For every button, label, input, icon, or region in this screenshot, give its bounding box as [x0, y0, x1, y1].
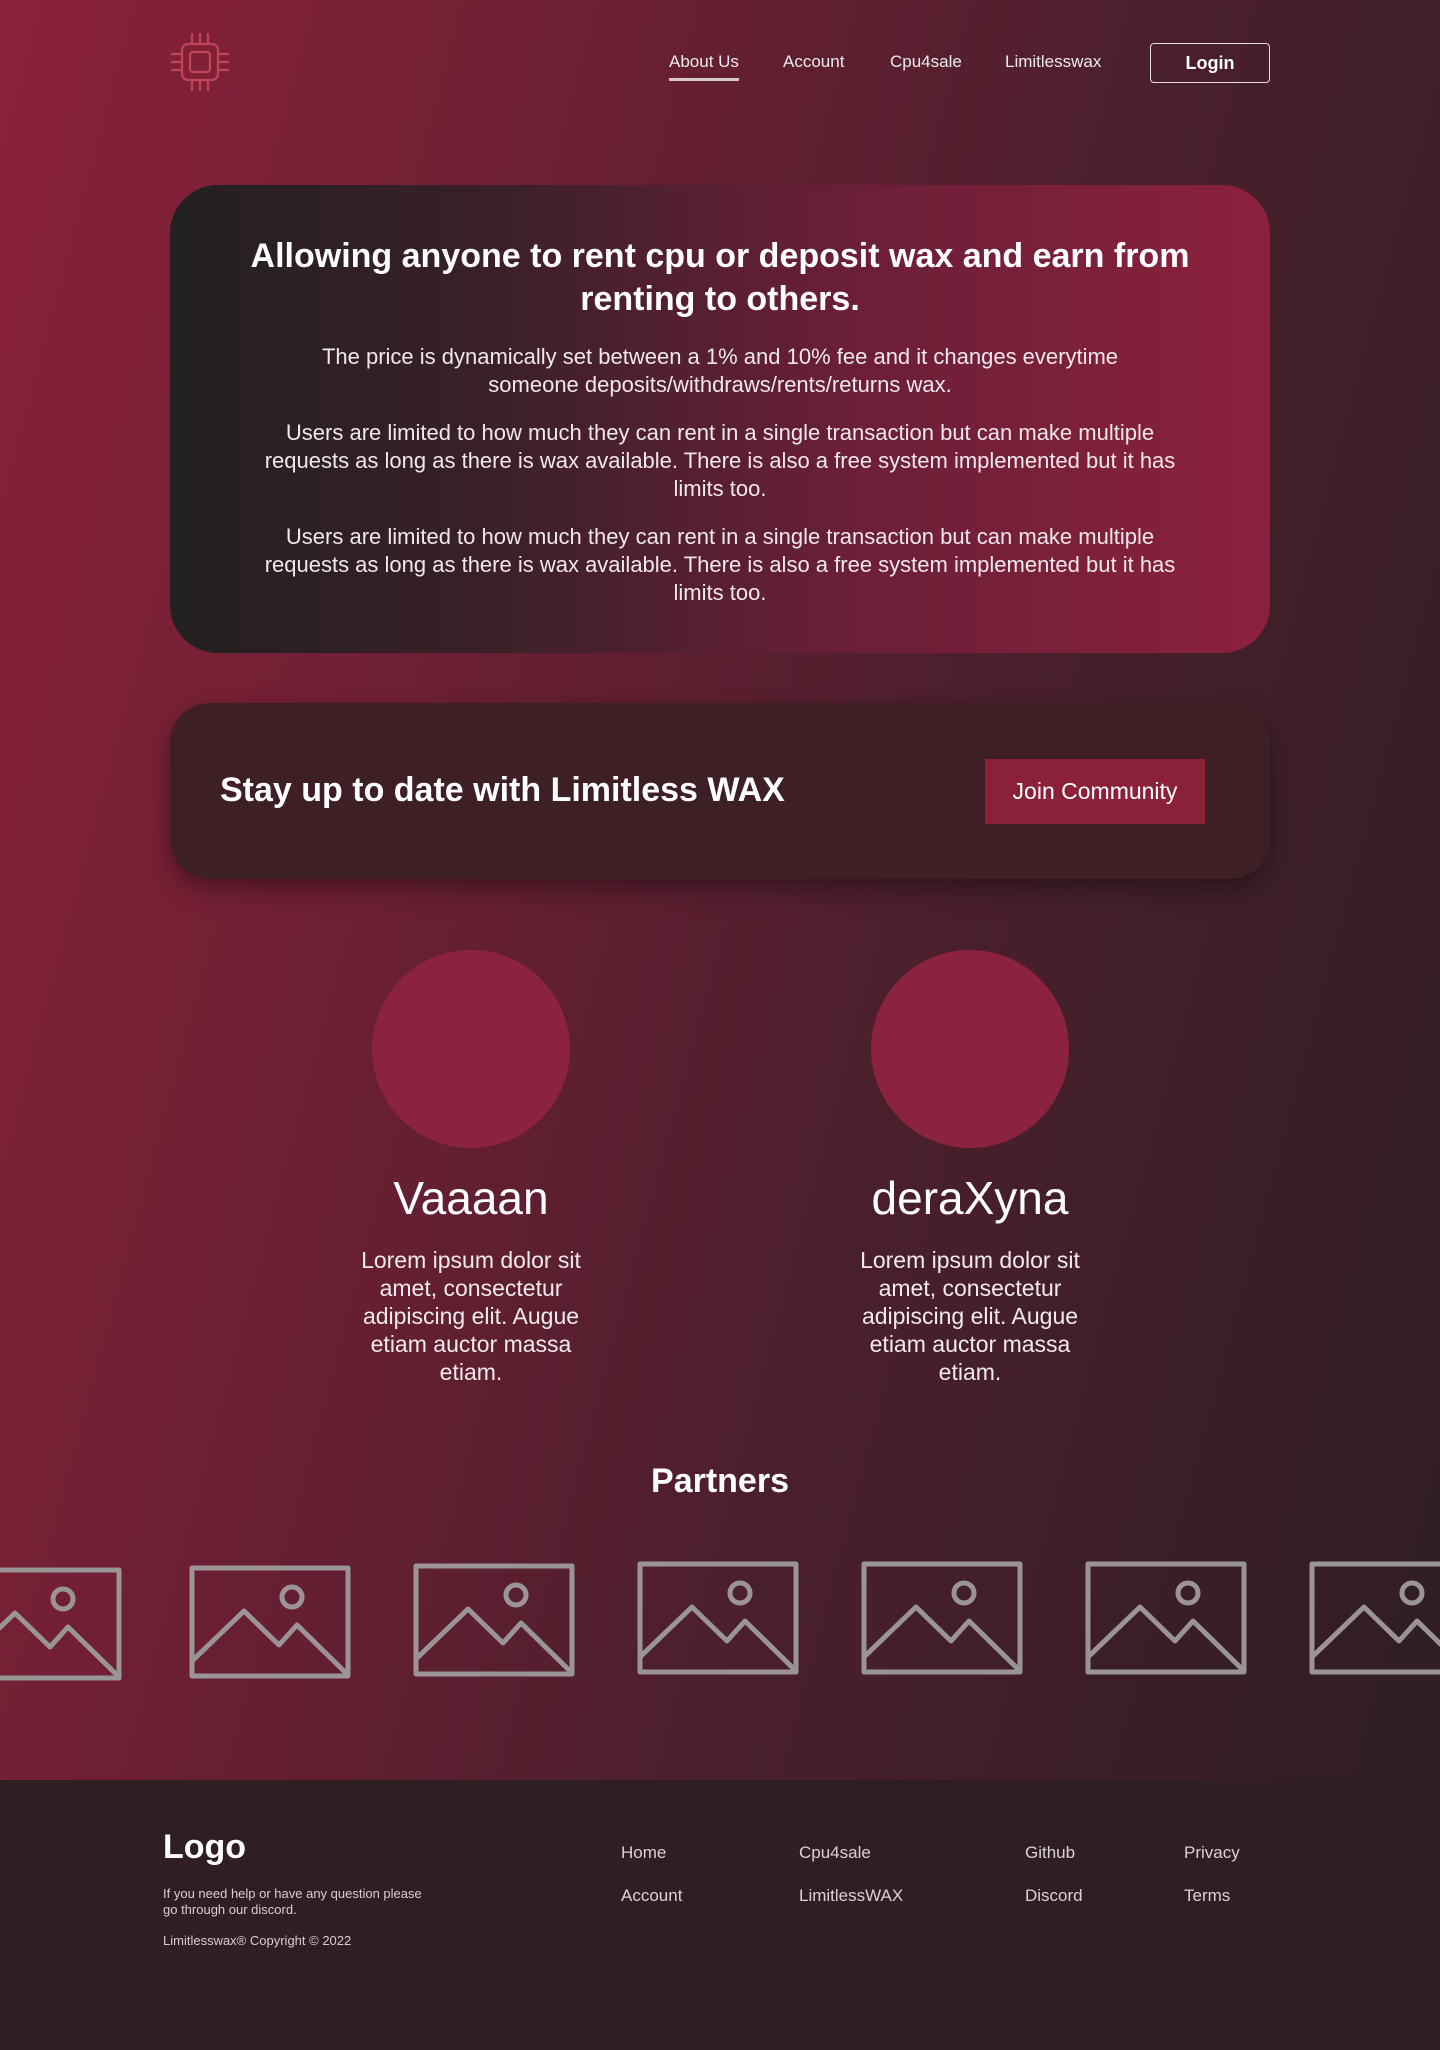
image-placeholder-icon [189, 1565, 351, 1679]
hero-title: Allowing anyone to rent cpu or deposit w… [250, 237, 1190, 318]
footer-link-home[interactable]: Home [621, 1843, 666, 1863]
image-placeholder-icon [637, 1561, 799, 1675]
footer-link-limitlesswax[interactable]: LimitlessWAX [799, 1886, 903, 1906]
avatar [871, 950, 1069, 1148]
member-name: deraXyna [871, 1172, 1069, 1224]
image-placeholder-icon [861, 1561, 1023, 1675]
nav-cpu4sale[interactable]: Cpu4sale [890, 52, 962, 72]
member-name: Vaaaan [393, 1172, 549, 1224]
footer-link-account[interactable]: Account [621, 1886, 682, 1906]
team-member-card: deraXyna Lorem ipsum dolor sit amet, con… [820, 950, 1120, 1386]
image-placeholder-icon [1309, 1561, 1440, 1675]
member-bio: Lorem ipsum dolor sit amet, consectetur … [361, 1247, 581, 1385]
hero-paragraph: Users are limited to how much they can r… [264, 420, 1176, 501]
community-banner: Stay up to date with Limitless WAX Join … [170, 703, 1270, 879]
avatar [372, 950, 570, 1148]
partners-title: Partners [651, 1462, 789, 1500]
member-bio: Lorem ipsum dolor sit amet, consectetur … [860, 1247, 1080, 1385]
footer-copyright: Limitlesswax® Copyright © 2022 [163, 1933, 352, 1948]
login-button[interactable]: Login [1150, 43, 1270, 83]
footer-logo[interactable]: Logo [163, 1828, 246, 1867]
footer-link-privacy[interactable]: Privacy [1184, 1843, 1240, 1863]
image-placeholder-icon [0, 1567, 122, 1681]
community-heading: Stay up to date with Limitless WAX [220, 771, 785, 809]
footer-link-discord[interactable]: Discord [1025, 1886, 1083, 1906]
hero-paragraph: Users are limited to how much they can r… [264, 524, 1176, 605]
hero-paragraph: The price is dynamically set between a 1… [321, 344, 1119, 397]
nav-limitlesswax[interactable]: Limitlesswax [1005, 52, 1101, 72]
nav-about-us[interactable]: About Us [669, 52, 739, 81]
footer-link-cpu4sale[interactable]: Cpu4sale [799, 1843, 871, 1863]
team-member-card: Vaaaan Lorem ipsum dolor sit amet, conse… [321, 950, 621, 1386]
footer-link-github[interactable]: Github [1025, 1843, 1075, 1863]
nav-account[interactable]: Account [783, 52, 844, 72]
footer-link-terms[interactable]: Terms [1184, 1886, 1230, 1906]
hero-card: Allowing anyone to rent cpu or deposit w… [170, 185, 1270, 653]
footer-help-text: If you need help or have any question pl… [163, 1886, 422, 1917]
join-community-button[interactable]: Join Community [985, 759, 1205, 824]
image-placeholder-icon [413, 1563, 575, 1677]
image-placeholder-icon [1085, 1561, 1247, 1675]
